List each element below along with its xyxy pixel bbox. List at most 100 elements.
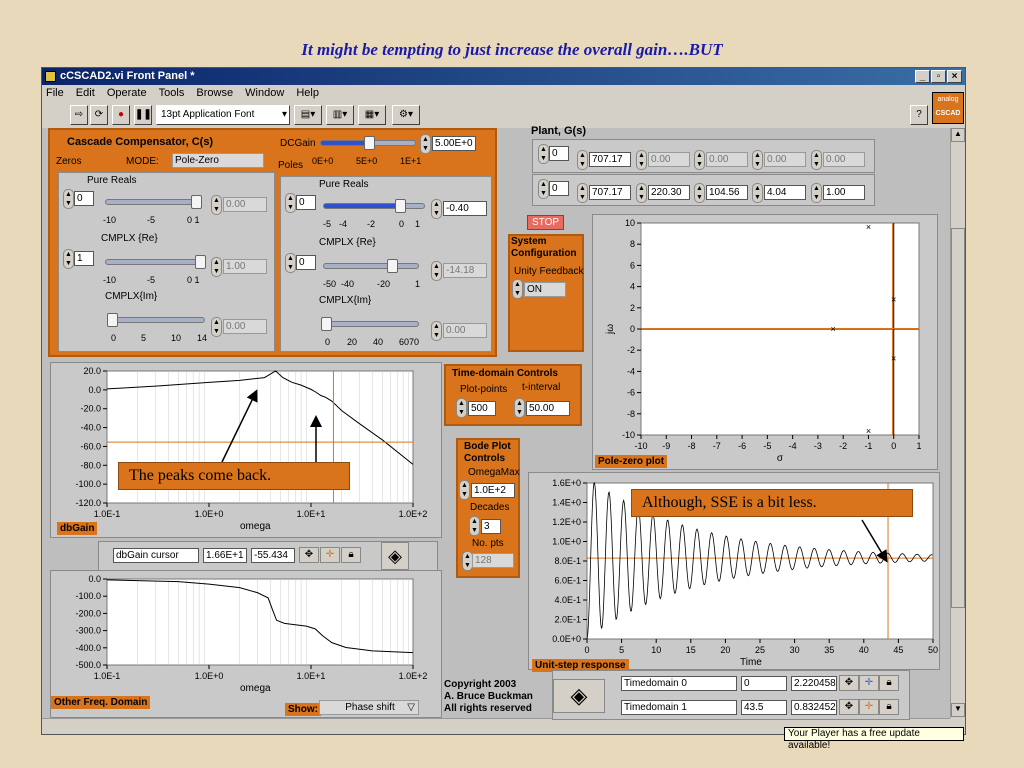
zeros-pure-count-spinner[interactable]: ▲ ▼ bbox=[63, 189, 74, 209]
decades-spinner[interactable]: ▲ ▼ bbox=[469, 516, 480, 536]
run-continuous-icon[interactable]: ⟳ bbox=[90, 105, 108, 125]
plant-row2-4-spinner[interactable]: ▲ ▼ bbox=[811, 183, 822, 203]
menu-window[interactable]: Window bbox=[245, 87, 284, 99]
cursor-lock-icon[interactable]: 🔒︎ bbox=[879, 675, 899, 691]
unity-feedback-spinner[interactable]: ▲ ▼ bbox=[512, 279, 523, 299]
poles-pure-count[interactable]: 0 bbox=[296, 195, 316, 210]
cursor-lock-icon[interactable]: 🔒︎ bbox=[341, 547, 361, 563]
dcgain-value[interactable]: 5.00E+0 bbox=[432, 136, 476, 151]
vertical-scrollbar[interactable]: ▲ ▼ bbox=[950, 128, 965, 718]
zeros-cmplx-count[interactable]: 1 bbox=[74, 251, 94, 266]
plant-row2-count-spinner[interactable]: ▲ ▼ bbox=[538, 179, 549, 199]
plant-row1-1-spinner[interactable]: ▲ ▼ bbox=[636, 150, 647, 170]
step-cursor1-y[interactable]: 0.832452 bbox=[791, 700, 837, 715]
plant-row2-0[interactable]: 707.17 bbox=[589, 185, 631, 200]
poles-pure-value[interactable]: -0.40 bbox=[443, 201, 487, 216]
plant-row1-4-spinner[interactable]: ▲ ▼ bbox=[811, 150, 822, 170]
minimize-button[interactable]: _ bbox=[915, 70, 930, 83]
step-cursor0-name[interactable]: Timedomain 0 bbox=[621, 676, 737, 691]
zeros-cmplx-im-thumb[interactable] bbox=[107, 313, 118, 327]
step-cursor0-y[interactable]: 2.220458 bbox=[791, 676, 837, 691]
poles-cmplx-im-slider[interactable] bbox=[323, 321, 419, 327]
zeros-cmplx-re-value-spinner[interactable]: ▲ ▼ bbox=[211, 257, 222, 277]
plant-row2-1[interactable]: 220.30 bbox=[648, 185, 690, 200]
t-interval-spinner[interactable]: ▲ ▼ bbox=[514, 398, 525, 418]
npts-value[interactable]: 128 bbox=[472, 553, 514, 568]
poles-pure-slider[interactable] bbox=[323, 203, 403, 209]
menu-edit[interactable]: Edit bbox=[76, 87, 95, 99]
dcgain-slider-track[interactable] bbox=[320, 140, 370, 146]
menu-tools[interactable]: Tools bbox=[159, 87, 185, 99]
scroll-down-icon[interactable]: ▼ bbox=[951, 703, 965, 717]
scroll-thumb[interactable] bbox=[951, 228, 965, 608]
pause-icon[interactable]: ❚❚ bbox=[134, 105, 152, 125]
plant-row1-2-spinner[interactable]: ▲ ▼ bbox=[694, 150, 705, 170]
dcgain-slider-thumb[interactable] bbox=[364, 136, 375, 150]
menu-help[interactable]: Help bbox=[296, 87, 319, 99]
menu-operate[interactable]: Operate bbox=[107, 87, 147, 99]
resize-objects-icon[interactable]: ▦▾ bbox=[358, 105, 386, 125]
dbgain-cursor-name[interactable]: dbGain cursor bbox=[113, 548, 199, 563]
run-arrow-icon[interactable]: ⇨ bbox=[70, 105, 88, 125]
zeros-cmplx-re-slider[interactable] bbox=[105, 259, 201, 265]
zeros-cmplx-im-value-spinner[interactable]: ▲ ▼ bbox=[211, 317, 222, 337]
cursor-move-icon[interactable]: ✥ bbox=[299, 547, 319, 563]
poles-cmplx-re-slider[interactable] bbox=[323, 263, 419, 269]
t-interval-value[interactable]: 50.00 bbox=[526, 401, 570, 416]
zeros-pure-value-spinner[interactable]: ▲ ▼ bbox=[211, 195, 222, 215]
step-cursor0-x[interactable]: 0 bbox=[741, 676, 787, 691]
diamond-navigator-icon[interactable]: ◈ bbox=[381, 542, 409, 570]
plant-row2-0-spinner[interactable]: ▲ ▼ bbox=[577, 183, 588, 203]
plot-points-spinner[interactable]: ▲ ▼ bbox=[456, 398, 467, 418]
poles-pure-thumb[interactable] bbox=[395, 199, 406, 213]
window-titlebar[interactable]: cCSCAD2.vi Front Panel * bbox=[42, 68, 965, 85]
omegamax-spinner[interactable]: ▲ ▼ bbox=[459, 480, 470, 500]
zeros-cmplx-im-slider[interactable] bbox=[109, 317, 205, 323]
cursor-style-icon[interactable]: ✛ bbox=[320, 547, 340, 563]
poles-cmplx-im-thumb[interactable] bbox=[321, 317, 332, 331]
poles-cmplx-re-thumb[interactable] bbox=[387, 259, 398, 273]
poles-pure-value-spinner[interactable]: ▲ ▼ bbox=[431, 199, 442, 219]
zeros-pure-slider[interactable] bbox=[105, 199, 199, 205]
poles-cmplx-re-value-spinner[interactable]: ▲ ▼ bbox=[431, 261, 442, 281]
cursor-style-icon[interactable]: ✛ bbox=[859, 699, 879, 715]
abort-icon[interactable]: ● bbox=[112, 105, 130, 125]
maximize-button[interactable]: ▫ bbox=[931, 70, 946, 83]
plant-row1-0-spinner[interactable]: ▲ ▼ bbox=[577, 150, 588, 170]
plant-row1-count-spinner[interactable]: ▲ ▼ bbox=[538, 144, 549, 164]
align-objects-icon[interactable]: ▤▾ bbox=[294, 105, 322, 125]
distribute-objects-icon[interactable]: ▥▾ bbox=[326, 105, 354, 125]
plant-row2-2-spinner[interactable]: ▲ ▼ bbox=[694, 183, 705, 203]
zeros-pure-count[interactable]: 0 bbox=[74, 191, 94, 206]
cursor-move-icon[interactable]: ✥ bbox=[839, 699, 859, 715]
dbgain-cursor-x[interactable]: 1.66E+1 bbox=[203, 548, 247, 563]
plant-row2-3[interactable]: 4.04 bbox=[764, 185, 806, 200]
plant-row2-1-spinner[interactable]: ▲ ▼ bbox=[636, 183, 647, 203]
menu-browse[interactable]: Browse bbox=[196, 87, 233, 99]
close-button[interactable]: × bbox=[947, 70, 962, 83]
help-icon[interactable]: ? bbox=[910, 105, 928, 125]
poles-cmplx-count-spinner[interactable]: ▲ ▼ bbox=[285, 253, 296, 273]
font-select[interactable]: 13pt Application Font ▾ bbox=[156, 105, 290, 125]
diamond-navigator-icon[interactable]: ◈ bbox=[553, 679, 605, 713]
poles-pure-count-spinner[interactable]: ▲ ▼ bbox=[285, 193, 296, 213]
unity-feedback-value[interactable]: ON bbox=[524, 282, 566, 297]
plant-row2-count[interactable]: 0 bbox=[549, 181, 569, 196]
poles-cmplx-count[interactable]: 0 bbox=[296, 255, 316, 270]
show-select[interactable]: Phase shift ▽ bbox=[319, 700, 419, 715]
poles-cmplx-im-value-spinner[interactable]: ▲ ▼ bbox=[431, 321, 442, 341]
cursor-lock-icon[interactable]: 🔒︎ bbox=[879, 699, 899, 715]
update-tooltip[interactable]: Your Player has a free update available! bbox=[784, 727, 964, 751]
zeros-cmplx-count-spinner[interactable]: ▲ ▼ bbox=[63, 249, 74, 269]
omegamax-value[interactable]: 1.0E+2 bbox=[471, 483, 515, 498]
zeros-pure-thumb[interactable] bbox=[191, 195, 202, 209]
decades-value[interactable]: 3 bbox=[481, 519, 501, 534]
dbgain-cursor-y[interactable]: -55.434 bbox=[251, 548, 295, 563]
plant-row2-4[interactable]: 1.00 bbox=[823, 185, 865, 200]
plot-points-value[interactable]: 500 bbox=[468, 401, 496, 416]
scroll-up-icon[interactable]: ▲ bbox=[951, 128, 965, 142]
reorder-icon[interactable]: ⚙▾ bbox=[392, 105, 420, 125]
plant-row1-3-spinner[interactable]: ▲ ▼ bbox=[752, 150, 763, 170]
stop-button[interactable]: STOP bbox=[527, 215, 565, 230]
plant-row1-0[interactable]: 707.17 bbox=[589, 152, 631, 167]
